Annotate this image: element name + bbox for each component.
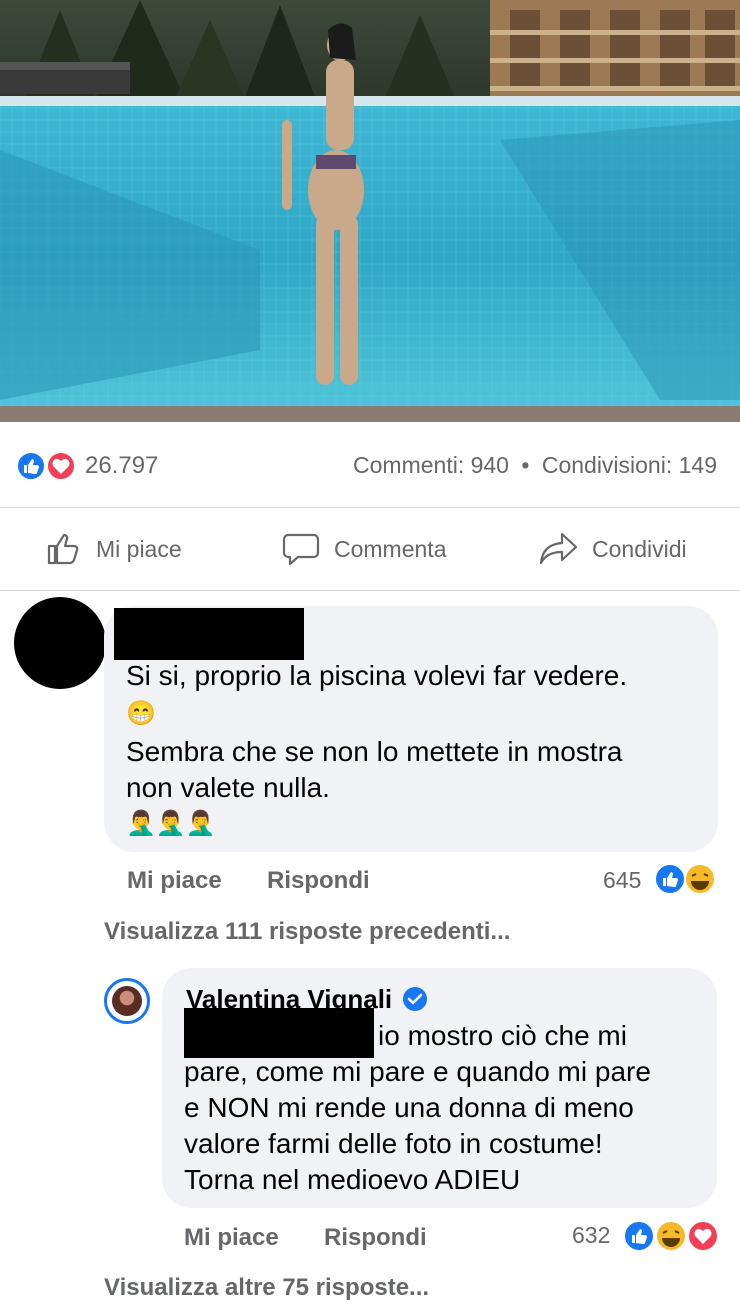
- share-button[interactable]: Condividi: [538, 508, 687, 590]
- post-action-bar: Mi piace Commenta Condividi: [0, 508, 740, 590]
- share-button-label: Condividi: [592, 535, 687, 562]
- comment-like-link[interactable]: Mi piace: [127, 867, 222, 895]
- shares-count[interactable]: Condivisioni: 149: [542, 452, 717, 478]
- reply-text-line: pare, come mi pare e quando mi pare: [184, 1056, 651, 1087]
- reply-author-name[interactable]: Valentina Vignali: [186, 984, 392, 1015]
- comment-button[interactable]: Commenta: [282, 508, 446, 590]
- valentina-avatar[interactable]: [104, 978, 150, 1024]
- like-button-label: Mi piace: [96, 535, 182, 562]
- reply-reactions-icons[interactable]: [622, 1218, 720, 1254]
- thumbs-up-icon: [47, 533, 79, 565]
- comment-text-line: Sembra che se non lo mettete in mostra: [126, 736, 623, 767]
- reply-text-line: Torna nel medioevo ADIEU: [184, 1164, 521, 1195]
- post-counts: Commenti: 940 • Condivisioni: 149: [353, 452, 717, 479]
- redacted-name: [114, 608, 304, 660]
- redacted-mention: [184, 1008, 374, 1058]
- comment-button-label: Commenta: [334, 535, 447, 562]
- comment-reactions-icons[interactable]: [653, 861, 719, 897]
- comments-count[interactable]: Commenti: 940: [353, 452, 509, 478]
- facepalm-emojis: 🤦‍♂️🤦‍♂️🤦‍♂️: [126, 810, 216, 837]
- comment-bubble: Si si, proprio la piscina volevi far ved…: [104, 606, 718, 852]
- reply-text-line: e NON mi rende una donna di meno: [184, 1092, 634, 1123]
- view-previous-replies[interactable]: Visualizza 111 risposte precedenti...: [104, 918, 510, 946]
- verified-badge-icon: [403, 987, 427, 1011]
- view-more-replies[interactable]: Visualizza altre 75 risposte...: [104, 1274, 429, 1302]
- separator-dot: •: [521, 452, 530, 478]
- comment-reply-link[interactable]: Rispondi: [267, 867, 370, 895]
- reply-reply-link[interactable]: Rispondi: [324, 1224, 427, 1252]
- comment-bubble-icon: [282, 533, 320, 566]
- comment-text-line: non valete nulla.: [126, 772, 330, 803]
- comment-reactions-count[interactable]: 645: [603, 867, 641, 894]
- share-arrow-icon: [539, 532, 578, 565]
- like-button[interactable]: Mi piace: [46, 508, 182, 590]
- reply-text-line: valore farmi delle foto in costume!: [184, 1128, 603, 1159]
- grinning-emoji: 😁: [126, 700, 156, 727]
- pool-photo-illustration: [0, 0, 740, 422]
- reply-text-line: io mostro ciò che mi: [378, 1020, 627, 1051]
- commenter-avatar-redacted[interactable]: [14, 597, 106, 689]
- reply-reactions-count[interactable]: 632: [572, 1222, 610, 1249]
- post-photo[interactable]: [0, 0, 740, 422]
- reaction-icons[interactable]: [15, 450, 79, 481]
- likes-count[interactable]: 26.797: [85, 452, 158, 480]
- post-stats: 26.797 Commenti: 940 • Condivisioni: 149: [0, 440, 740, 490]
- comment-text-line: Si si, proprio la piscina volevi far ved…: [126, 660, 628, 691]
- reply-like-link[interactable]: Mi piace: [184, 1224, 279, 1252]
- divider: [0, 590, 740, 591]
